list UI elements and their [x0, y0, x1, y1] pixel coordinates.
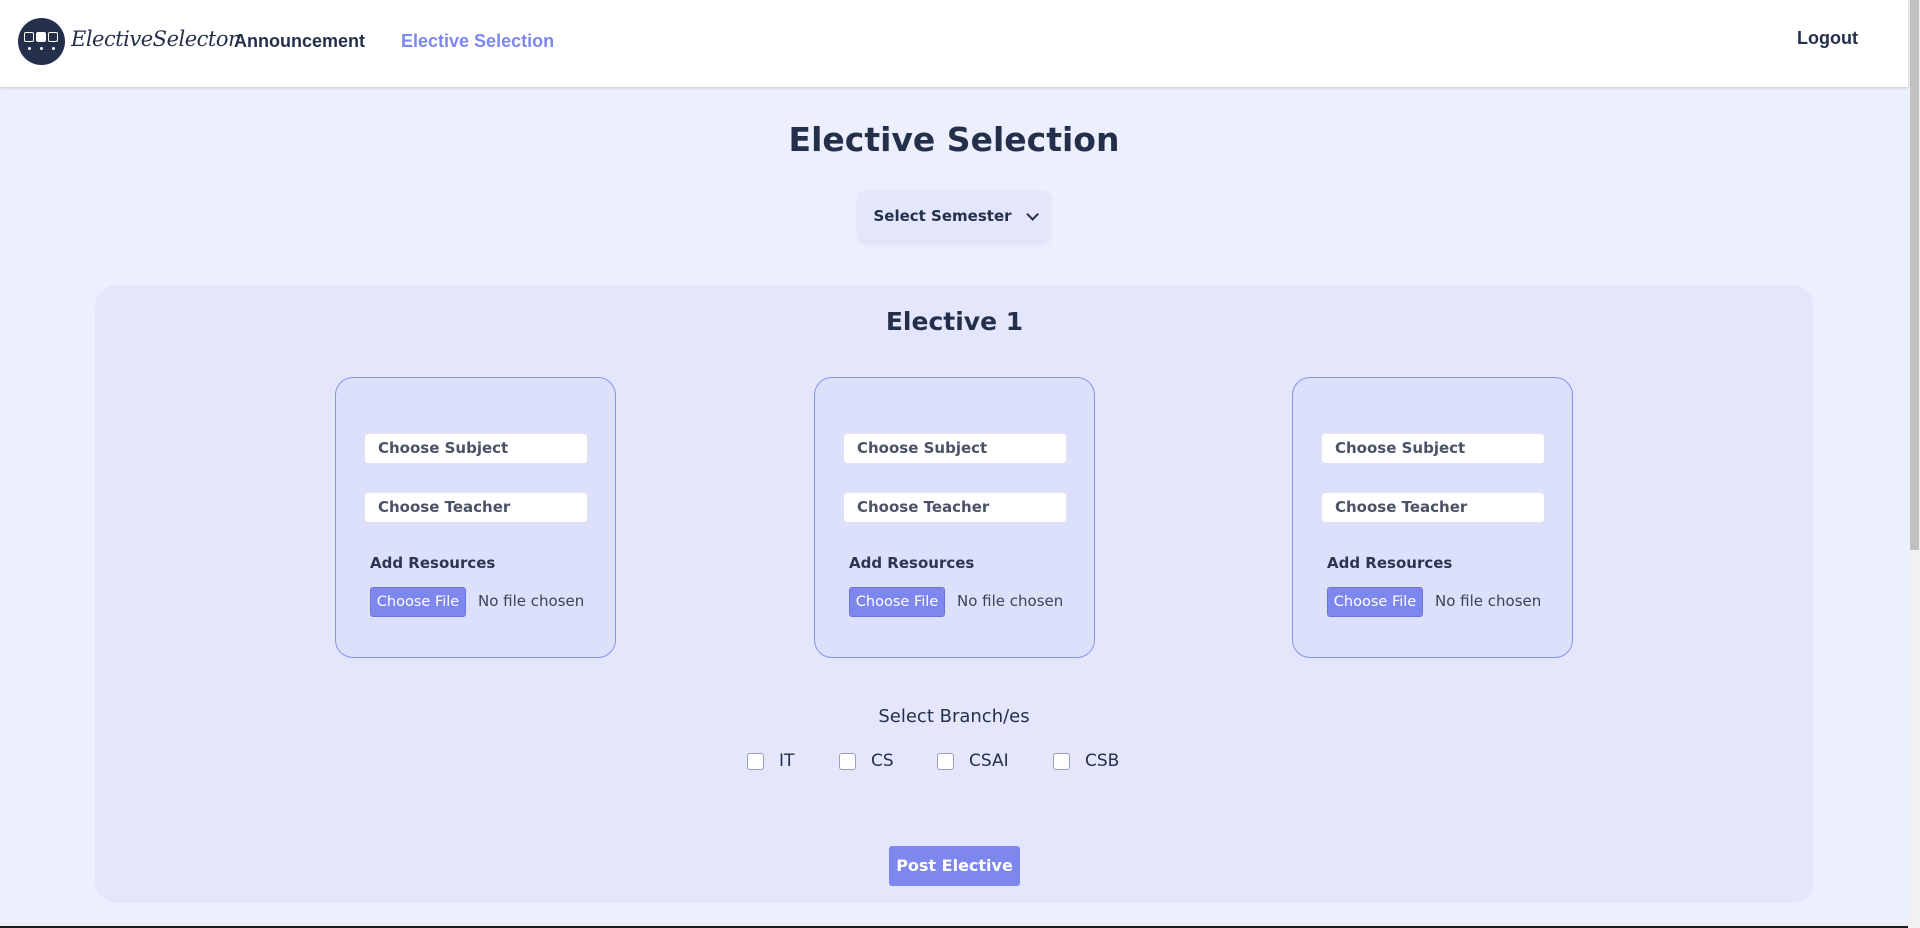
file-status: No file chosen	[478, 592, 585, 610]
branch-checkbox-cs[interactable]: CS	[839, 750, 894, 772]
resources-label: Add Resources	[1327, 554, 1453, 572]
logout-button[interactable]: Logout	[1797, 28, 1858, 49]
file-status: No file chosen	[957, 592, 1064, 610]
resources-label: Add Resources	[849, 554, 975, 572]
elective-card: Choose Subject Choose Teacher Add Resour…	[814, 377, 1095, 658]
teacher-select[interactable]: Choose Teacher	[843, 492, 1067, 523]
choose-file-button[interactable]: Choose File	[370, 587, 466, 617]
subject-select[interactable]: Choose Subject	[364, 433, 588, 464]
elective-card: Choose Subject Choose Teacher Add Resour…	[335, 377, 616, 658]
subject-select[interactable]: Choose Subject	[843, 433, 1067, 464]
navbar: ElectiveSelector Announcement Elective S…	[0, 0, 1908, 87]
branch-checkbox-csai[interactable]: CSAI	[937, 750, 1009, 772]
elective-title: Elective 1	[885, 307, 1024, 336]
scrollbar-thumb[interactable]	[1910, 0, 1919, 550]
choose-file-button[interactable]: Choose File	[849, 587, 945, 617]
nav-link-announcement[interactable]: Announcement	[234, 31, 365, 52]
chevron-down-icon	[1025, 207, 1039, 221]
checkbox[interactable]	[1053, 752, 1070, 770]
branch-checkbox-it[interactable]: IT	[747, 750, 794, 772]
branch-checkbox-csb[interactable]: CSB	[1053, 750, 1119, 772]
semester-dropdown[interactable]: Select Semester	[859, 191, 1049, 241]
post-elective-button[interactable]: Post Elective	[889, 846, 1020, 886]
teacher-select[interactable]: Choose Teacher	[364, 492, 588, 523]
logo-icon[interactable]	[18, 18, 65, 65]
branch-title: Select Branch/es	[878, 706, 1030, 727]
branch-label: CSAI	[969, 751, 1009, 771]
branch-label: CS	[871, 751, 894, 771]
choose-file-button[interactable]: Choose File	[1327, 587, 1423, 617]
checkbox[interactable]	[839, 752, 856, 770]
nav-link-elective-selection[interactable]: Elective Selection	[401, 31, 554, 52]
semester-dropdown-label: Select Semester	[873, 207, 1012, 225]
resources-label: Add Resources	[370, 554, 496, 572]
elective-card: Choose Subject Choose Teacher Add Resour…	[1292, 377, 1573, 658]
logo-text[interactable]: ElectiveSelector	[71, 27, 238, 51]
teacher-select[interactable]: Choose Teacher	[1321, 492, 1545, 523]
checkbox[interactable]	[937, 752, 954, 770]
page-title: Elective Selection	[788, 120, 1120, 159]
branch-label: IT	[779, 751, 795, 771]
branch-label: CSB	[1085, 751, 1120, 771]
subject-select[interactable]: Choose Subject	[1321, 433, 1545, 464]
file-status: No file chosen	[1435, 592, 1542, 610]
checkbox[interactable]	[747, 752, 764, 770]
